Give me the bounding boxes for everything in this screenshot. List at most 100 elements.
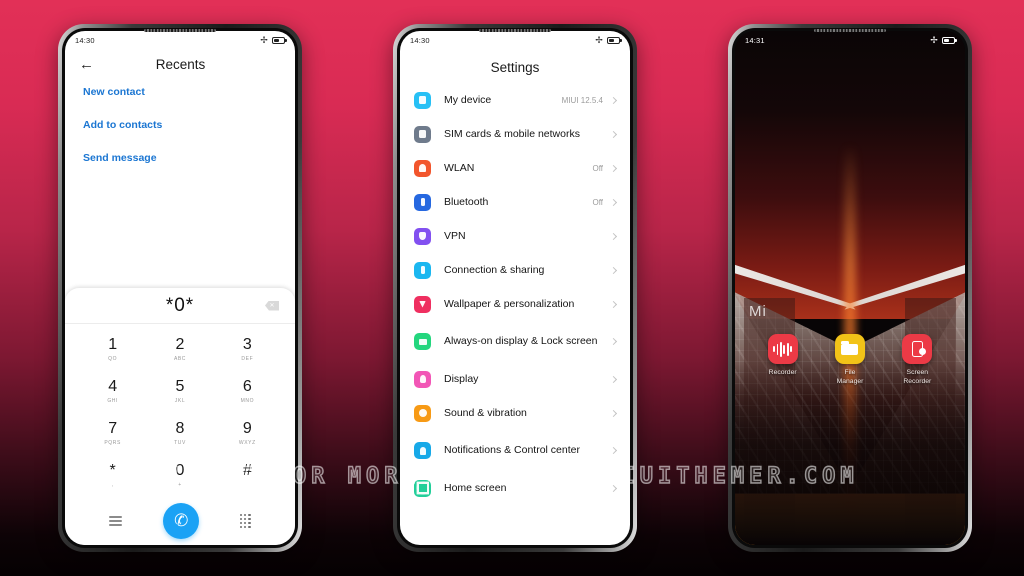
settings-item-notifications[interactable]: Notifications & Control center	[400, 430, 630, 471]
keypad-icon[interactable]	[240, 513, 251, 529]
chevron-right-icon	[609, 232, 618, 240]
phone-settings-bezel: 14:30 ✢ Settings My device MIUI 12.5.4 S…	[397, 28, 633, 548]
status-time: 14:30	[410, 35, 430, 45]
settings-item-my-device[interactable]: My device MIUI 12.5.4	[400, 83, 630, 117]
dialpad-key[interactable]: #	[214, 455, 281, 497]
status-time: 14:30	[75, 35, 95, 45]
notification-icon	[414, 442, 431, 459]
key-digit: 2	[175, 335, 185, 353]
settings-item-sim-cards[interactable]: SIM cards & mobile networks	[400, 117, 630, 151]
settings-item-display[interactable]: Display	[400, 362, 630, 396]
key-digit: 8	[175, 420, 185, 438]
settings-item-label: SIM cards & mobile networks	[444, 127, 580, 140]
app-row: Recorder File Manager Screen Recorder	[735, 334, 965, 386]
status-bar: 14:30 ✢	[65, 31, 295, 49]
menu-icon[interactable]	[109, 516, 123, 526]
settings-item-label: Wallpaper & personalization	[444, 297, 575, 310]
status-icons: ✢	[260, 34, 287, 46]
chevron-right-icon	[609, 375, 618, 383]
key-digit: #	[242, 462, 252, 480]
wallpaper	[735, 31, 965, 545]
key-digit: 0	[175, 462, 185, 480]
settings-item-home-screen[interactable]: Home screen	[400, 471, 630, 505]
phone-settings-screen: 14:30 ✢ Settings My device MIUI 12.5.4 S…	[400, 31, 630, 545]
key-letters: QO	[108, 355, 118, 362]
phone-dialer-bezel: 14:30 ✢ ← Recents New contact Add to con…	[62, 28, 298, 548]
phone-home: 14:31 ✢ Mi Recorder File Manager Screen …	[728, 24, 972, 552]
chevron-right-icon	[609, 300, 618, 308]
settings-item-bluetooth[interactable]: Bluetooth Off	[400, 185, 630, 219]
key-letters: PQRS	[104, 440, 121, 447]
key-letters: TUV	[174, 440, 186, 447]
call-icon[interactable]: ✆	[163, 503, 200, 539]
app-file-manager[interactable]: File Manager	[828, 334, 872, 386]
chevron-right-icon	[609, 96, 618, 104]
battery-icon	[607, 36, 622, 44]
app-screen-recorder[interactable]: Screen Recorder	[895, 334, 939, 386]
folder-icon	[834, 334, 865, 365]
app-recorder[interactable]: Recorder	[761, 334, 805, 386]
add-to-contacts-link[interactable]: Add to contacts	[83, 119, 277, 131]
settings-item-label: VPN	[444, 229, 466, 242]
dialpad-key[interactable]: 6 MNO	[214, 370, 281, 412]
key-letters: WXYZ	[238, 440, 256, 447]
dialpad-key[interactable]: *,	[79, 455, 146, 497]
new-contact-link[interactable]: New contact	[83, 86, 277, 98]
settings-list: My device MIUI 12.5.4 SIM cards & mobile…	[400, 83, 630, 505]
earpiece-grill	[144, 29, 216, 32]
shield-icon	[414, 227, 431, 245]
app-label: File Manager	[836, 369, 864, 385]
settings-item-label: Home screen	[444, 481, 507, 494]
screen-recorder-icon	[902, 334, 933, 365]
status-icons: ✢	[930, 35, 957, 46]
sound-icon	[414, 404, 431, 422]
settings-item-value: Off	[592, 197, 603, 207]
phone-dialer: 14:30 ✢ ← Recents New contact Add to con…	[58, 24, 302, 552]
chevron-right-icon	[609, 266, 618, 274]
settings-item-vpn[interactable]: VPN	[400, 219, 630, 253]
key-digit: *	[109, 462, 116, 480]
dialpad-keys: 1 QO 2 ABC 3 DEF 4 GHI 5 JKL 6 MNO 7 PQRS 8 TUV …	[65, 324, 295, 497]
settings-item-sound-vibration[interactable]: Sound & vibration	[400, 396, 630, 430]
dialpad-key[interactable]: 4 GHI	[79, 370, 146, 412]
dialpad-key[interactable]: 5 JKL	[146, 370, 213, 412]
sim-card-icon	[414, 125, 431, 143]
key-letters: +	[178, 482, 182, 489]
key-digit: 9	[242, 420, 252, 438]
settings-item-connection-sharing[interactable]: Connection & sharing	[400, 253, 630, 287]
earpiece-grill	[479, 29, 551, 32]
dialpad-key[interactable]: 9 WXYZ	[214, 413, 281, 455]
settings-item-wallpaper[interactable]: Wallpaper & personalization	[400, 287, 630, 321]
grid-icon	[414, 479, 431, 497]
dialed-number: *0*	[165, 294, 195, 316]
send-message-link[interactable]: Send message	[83, 152, 277, 164]
app-label: Recorder	[768, 369, 797, 377]
page-title: Recents	[155, 57, 206, 72]
airplane-mode-icon: ✢	[260, 34, 268, 45]
wallpaper-bottom-fade	[735, 359, 965, 545]
key-letters: MNO	[240, 397, 255, 404]
dialpad-key[interactable]: 0 +	[146, 455, 213, 497]
phone-dialer-screen: 14:30 ✢ ← Recents New contact Add to con…	[65, 31, 295, 545]
chevron-right-icon	[609, 130, 618, 138]
dialpad-key[interactable]: 3 DEF	[214, 328, 281, 370]
battery-icon	[272, 36, 287, 44]
settings-item-label: Always-on display & Lock screen	[444, 335, 598, 348]
settings-item-value: Off	[592, 163, 603, 173]
settings-item-wlan[interactable]: WLAN Off	[400, 151, 630, 185]
dialpad-key[interactable]: 7 PQRS	[79, 413, 146, 455]
dialpad-key[interactable]: 8 TUV	[146, 413, 213, 455]
status-bar: 14:30 ✢	[400, 31, 630, 49]
dialpad-key[interactable]: 2 ABC	[146, 328, 213, 370]
chevron-right-icon	[609, 198, 618, 206]
dialpad-key[interactable]: 1 QO	[79, 328, 146, 370]
chevron-right-icon	[609, 484, 618, 492]
key-digit: 6	[242, 377, 252, 395]
key-digit: 3	[242, 335, 252, 353]
key-digit: 5	[175, 377, 185, 395]
backspace-icon[interactable]: ✕	[265, 300, 279, 311]
settings-item-label: Bluetooth	[444, 195, 489, 208]
chevron-right-icon	[609, 164, 618, 172]
settings-item-always-on-display[interactable]: Always-on display & Lock screen	[400, 321, 630, 362]
lock-icon	[414, 333, 431, 350]
